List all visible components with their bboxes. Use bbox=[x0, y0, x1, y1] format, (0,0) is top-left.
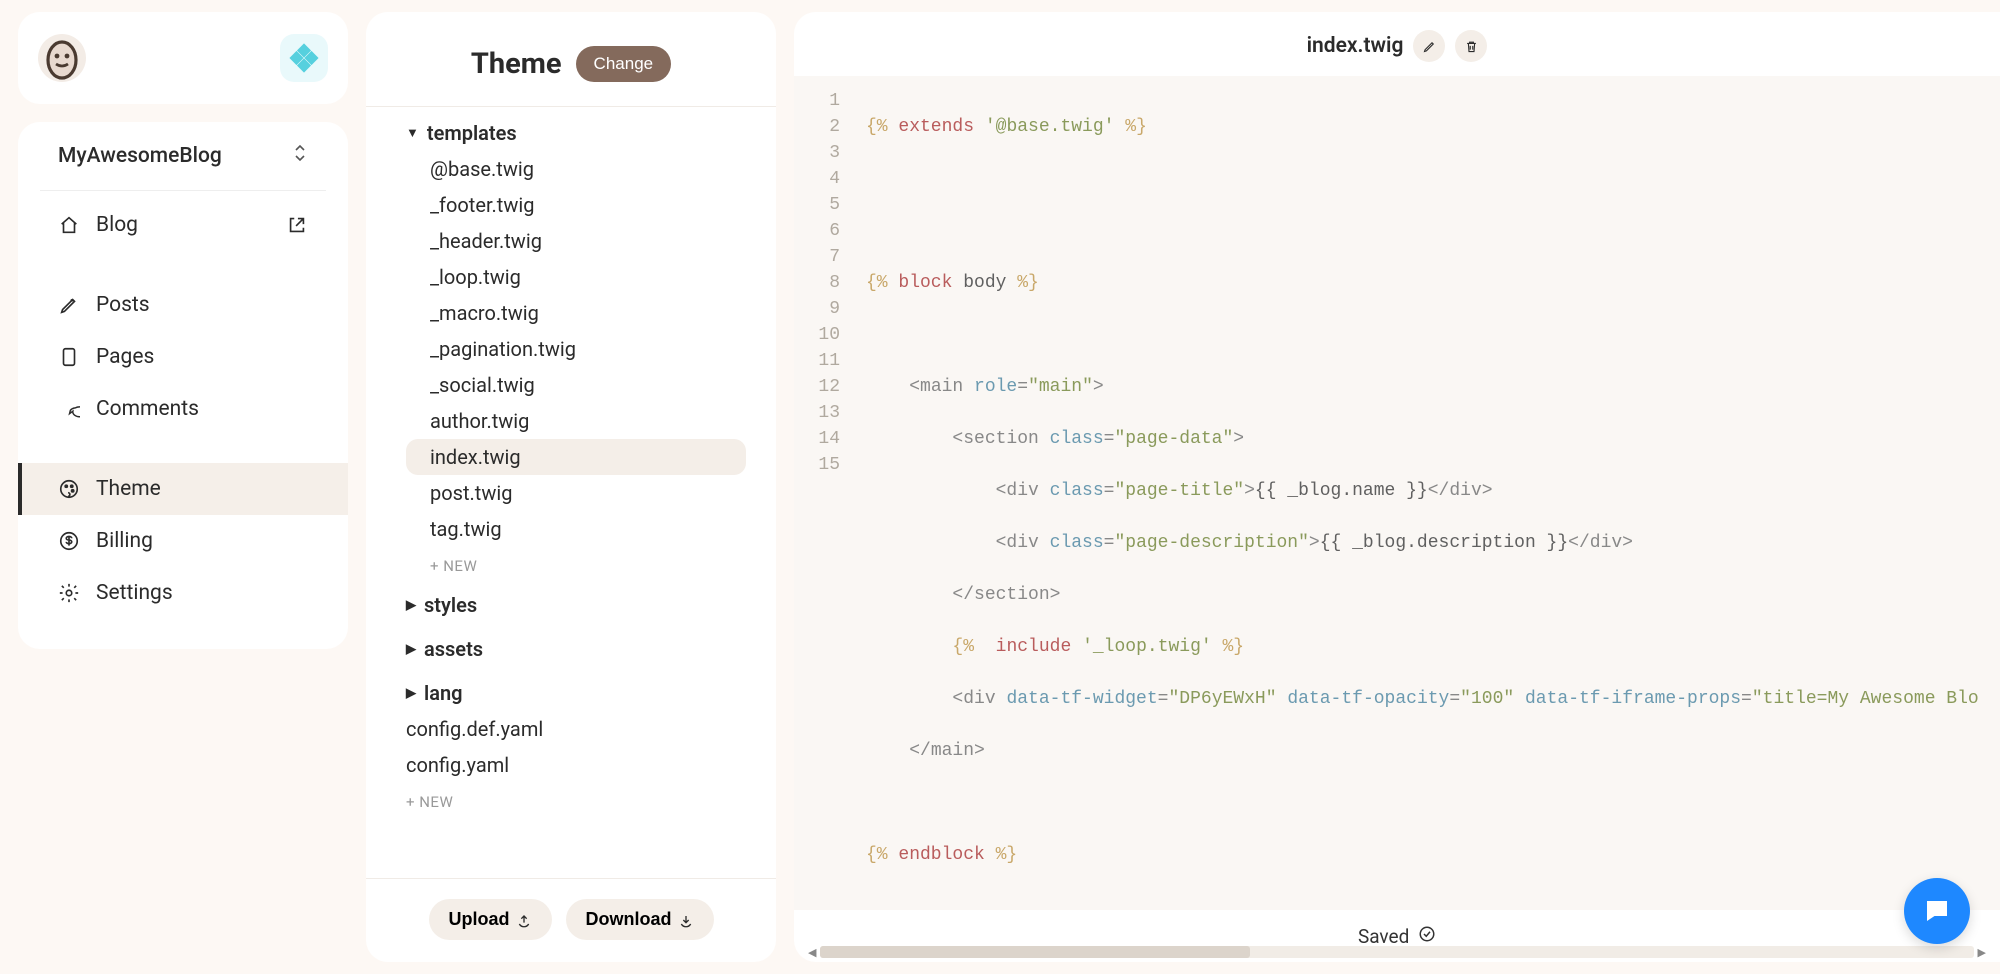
file-item[interactable]: post.twig bbox=[406, 475, 746, 511]
chat-bubble-icon bbox=[1922, 896, 1952, 926]
nav-card: MyAwesomeBlog Blog Posts Pages Comments bbox=[18, 122, 348, 649]
sidebar-item-blog[interactable]: Blog bbox=[18, 199, 348, 251]
editor-filename: index.twig bbox=[1307, 34, 1404, 58]
file-item[interactable]: config.yaml bbox=[406, 747, 746, 783]
nav-label: Posts bbox=[96, 293, 150, 317]
nav-label: Billing bbox=[96, 529, 153, 553]
file-panel-footer: Upload Download bbox=[366, 879, 776, 962]
blog-name: MyAwesomeBlog bbox=[58, 144, 222, 168]
horizontal-scrollbar[interactable]: ◀ ▶ bbox=[804, 946, 1990, 958]
file-item[interactable]: _footer.twig bbox=[406, 187, 746, 223]
upload-button[interactable]: Upload bbox=[429, 899, 552, 940]
pencil-icon bbox=[1422, 39, 1437, 54]
code-editor[interactable]: 123456789101112131415 {% extends '@base.… bbox=[794, 76, 2000, 910]
saved-status: Saved bbox=[1358, 925, 1436, 948]
chat-fab[interactable] bbox=[1904, 878, 1970, 944]
nav-label: Comments bbox=[96, 397, 199, 421]
caret-right-icon: ▶ bbox=[406, 598, 416, 613]
file-panel: Theme Change ▼ templates @base.twig _foo… bbox=[366, 12, 776, 962]
panel-title: Theme bbox=[471, 47, 562, 81]
download-button[interactable]: Download bbox=[566, 899, 714, 940]
folder-assets[interactable]: ▶ assets bbox=[406, 623, 746, 667]
code-content[interactable]: {% extends '@base.twig' %} {% block body… bbox=[854, 76, 2000, 910]
sidebar-item-pages[interactable]: Pages bbox=[18, 331, 348, 383]
page-icon bbox=[58, 346, 80, 368]
folder-label: lang bbox=[424, 681, 463, 705]
file-panel-header: Theme Change bbox=[366, 12, 776, 106]
nav-label: Settings bbox=[96, 581, 173, 605]
new-file-button[interactable]: + NEW bbox=[406, 783, 746, 815]
nav-label: Blog bbox=[96, 213, 138, 237]
file-item[interactable]: tag.twig bbox=[406, 511, 746, 547]
editor-header: index.twig bbox=[794, 12, 2000, 76]
caret-down-icon: ▼ bbox=[406, 125, 419, 141]
button-label: Download bbox=[586, 909, 672, 930]
file-item[interactable]: _loop.twig bbox=[406, 259, 746, 295]
folder-styles[interactable]: ▶ styles bbox=[406, 579, 746, 623]
home-icon bbox=[58, 214, 80, 236]
sidebar-item-comments[interactable]: Comments bbox=[18, 383, 348, 435]
file-item[interactable]: @base.twig bbox=[406, 151, 746, 187]
file-item[interactable]: config.def.yaml bbox=[406, 711, 746, 747]
file-item[interactable]: _header.twig bbox=[406, 223, 746, 259]
sidebar-item-billing[interactable]: Billing bbox=[18, 515, 348, 567]
file-item[interactable]: _social.twig bbox=[406, 367, 746, 403]
avatar[interactable] bbox=[38, 34, 86, 82]
brand-diamond-icon[interactable] bbox=[280, 34, 328, 82]
sidebar-item-posts[interactable]: Posts bbox=[18, 279, 348, 331]
face-icon bbox=[38, 34, 86, 82]
chevron-updown-icon bbox=[292, 144, 308, 168]
new-file-button[interactable]: + NEW bbox=[406, 547, 746, 579]
button-label: Upload bbox=[449, 909, 510, 930]
brand-card bbox=[18, 12, 348, 104]
upload-icon bbox=[516, 912, 532, 928]
folder-label: templates bbox=[427, 121, 517, 145]
nav-label: Theme bbox=[96, 477, 161, 501]
caret-right-icon: ▶ bbox=[406, 642, 416, 657]
check-circle-icon bbox=[1414, 925, 1436, 943]
scrollbar-track[interactable] bbox=[820, 946, 1973, 958]
file-item-selected[interactable]: index.twig bbox=[406, 439, 746, 475]
rename-button[interactable] bbox=[1413, 30, 1445, 62]
scroll-right-icon[interactable]: ▶ bbox=[1974, 946, 1990, 959]
file-item[interactable]: author.twig bbox=[406, 403, 746, 439]
caret-right-icon: ▶ bbox=[406, 686, 416, 701]
nav-label: Pages bbox=[96, 345, 154, 369]
chat-icon bbox=[58, 398, 80, 420]
dollar-icon bbox=[58, 530, 80, 552]
delete-button[interactable] bbox=[1455, 30, 1487, 62]
file-item[interactable]: _pagination.twig bbox=[406, 331, 746, 367]
editor-panel: index.twig 123456789101112131415 {% exte… bbox=[794, 12, 2000, 962]
editor-footer: Saved ◀ ▶ bbox=[794, 910, 2000, 962]
pencil-icon bbox=[58, 294, 80, 316]
scrollbar-thumb[interactable] bbox=[820, 946, 1250, 958]
blog-selector[interactable]: MyAwesomeBlog bbox=[18, 144, 348, 190]
external-link-icon bbox=[286, 214, 308, 236]
line-gutter: 123456789101112131415 bbox=[794, 76, 854, 910]
folder-label: assets bbox=[424, 637, 483, 661]
file-tree: ▼ templates @base.twig _footer.twig _hea… bbox=[366, 106, 776, 879]
folder-label: styles bbox=[424, 593, 477, 617]
change-theme-button[interactable]: Change bbox=[576, 46, 672, 82]
folder-lang[interactable]: ▶ lang bbox=[406, 667, 746, 711]
palette-icon bbox=[58, 478, 80, 500]
file-item[interactable]: _macro.twig bbox=[406, 295, 746, 331]
divider bbox=[40, 190, 326, 191]
folder-templates[interactable]: ▼ templates bbox=[406, 107, 746, 151]
sidebar-item-settings[interactable]: Settings bbox=[18, 567, 348, 619]
download-icon bbox=[678, 912, 694, 928]
sidebar-item-theme[interactable]: Theme bbox=[18, 463, 348, 515]
trash-icon bbox=[1464, 39, 1479, 54]
scroll-left-icon[interactable]: ◀ bbox=[804, 946, 820, 959]
gear-icon bbox=[58, 582, 80, 604]
